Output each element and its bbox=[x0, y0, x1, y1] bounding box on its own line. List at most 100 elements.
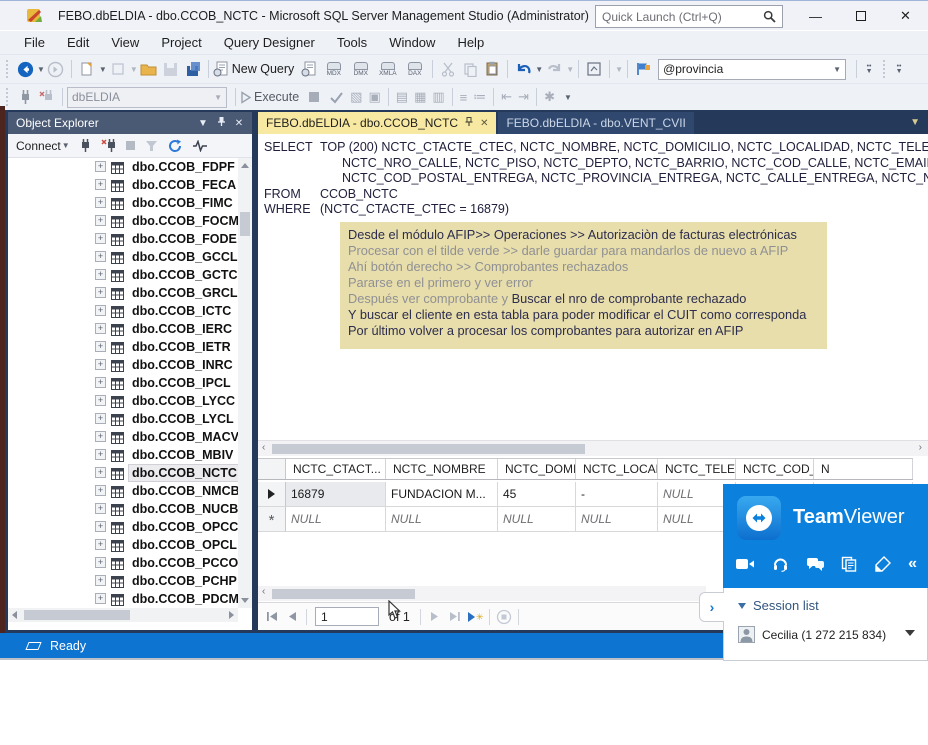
menu-item-query-designer[interactable]: Query Designer bbox=[213, 33, 326, 52]
expand-plus-icon[interactable]: + bbox=[95, 323, 106, 334]
stop-icon[interactable] bbox=[126, 141, 135, 150]
new-query-button[interactable]: New Query bbox=[213, 58, 299, 80]
expand-plus-icon[interactable]: + bbox=[95, 215, 106, 226]
connect-button[interactable]: Connect bbox=[16, 139, 61, 153]
query-with-connection-button[interactable] bbox=[298, 58, 320, 80]
tree-item-dbo-ccob_ierc[interactable]: +dbo.CCOB_IERC bbox=[8, 320, 238, 338]
back-dropdown-caret[interactable]: ▼ bbox=[37, 65, 45, 74]
tab-list-caret-icon[interactable]: ▼ bbox=[910, 117, 920, 128]
grid-column-header-2[interactable]: NCTC_DOMICI... bbox=[498, 459, 576, 479]
uncomment-icon[interactable]: ≔ bbox=[473, 89, 486, 105]
cut-button[interactable] bbox=[437, 58, 459, 80]
grid-cell[interactable]: NULL bbox=[576, 507, 658, 532]
pin-icon[interactable] bbox=[212, 116, 230, 130]
expand-plus-icon[interactable]: + bbox=[95, 197, 106, 208]
parse-button[interactable] bbox=[325, 86, 347, 108]
chat-icon[interactable] bbox=[806, 557, 825, 572]
connect-caret[interactable]: ▼ bbox=[62, 141, 70, 150]
expand-plus-icon[interactable]: + bbox=[95, 557, 106, 568]
maximize-button[interactable] bbox=[838, 1, 883, 31]
results-file-icon[interactable]: ▥ bbox=[432, 89, 444, 105]
find-combobox-caret[interactable]: ▼ bbox=[833, 65, 841, 74]
tree-vertical-scrollbar[interactable] bbox=[238, 158, 252, 608]
database-combobox[interactable]: dbELDIA ▼ bbox=[67, 87, 227, 108]
tree-item-dbo-ccob_gccl[interactable]: +dbo.CCOB_GCCL bbox=[8, 248, 238, 266]
move-previous-button[interactable] bbox=[282, 607, 302, 627]
sql-line[interactable]: NCTC_NRO_CALLE, NCTC_PISO, NCTC_DEPTO, N… bbox=[258, 156, 928, 172]
template-parameters-button[interactable] bbox=[632, 58, 654, 80]
navigate-backward-button[interactable] bbox=[14, 58, 36, 80]
toolbar-options-button-1[interactable]: ••▼ bbox=[861, 64, 877, 74]
save-all-button[interactable] bbox=[182, 58, 204, 80]
tree-item-dbo-ccob_pcco[interactable]: +dbo.CCOB_PCCO bbox=[8, 554, 238, 572]
row-selector[interactable]: * bbox=[258, 507, 286, 532]
undo-caret[interactable]: ▼ bbox=[535, 65, 543, 74]
expand-plus-icon[interactable]: + bbox=[95, 269, 106, 280]
grid-cell[interactable]: 45 bbox=[498, 482, 576, 507]
navigate-forward-button[interactable] bbox=[45, 58, 67, 80]
menu-item-tools[interactable]: Tools bbox=[326, 33, 378, 52]
tree-item-dbo-ccob_grcl[interactable]: +dbo.CCOB_GRCL bbox=[8, 284, 238, 302]
toolbar2-grip[interactable] bbox=[4, 88, 10, 106]
grid-cell[interactable]: - bbox=[576, 482, 658, 507]
add-item-button[interactable] bbox=[107, 58, 129, 80]
grid-horizontal-scrollbar[interactable]: ‹ bbox=[258, 586, 706, 601]
tree-scroll-thumb[interactable] bbox=[240, 212, 250, 236]
toolbar-grip[interactable] bbox=[4, 60, 10, 78]
menu-item-file[interactable]: File bbox=[13, 33, 56, 52]
tree-item-dbo-ccob_mbiv[interactable]: +dbo.CCOB_MBIV bbox=[8, 446, 238, 464]
sql-hscroll-thumb[interactable] bbox=[272, 444, 585, 454]
expand-plus-icon[interactable]: + bbox=[95, 575, 106, 586]
tree-item-dbo-ccob_fimc[interactable]: +dbo.CCOB_FIMC bbox=[8, 194, 238, 212]
row-selector[interactable] bbox=[258, 482, 286, 507]
copy-button[interactable] bbox=[459, 58, 481, 80]
disconnect-object-icon[interactable] bbox=[101, 138, 116, 153]
expand-plus-icon[interactable]: + bbox=[95, 359, 106, 370]
move-last-button[interactable] bbox=[445, 607, 465, 627]
save-button[interactable] bbox=[160, 58, 182, 80]
tree-item-dbo-ccob_pdcm[interactable]: +dbo.CCOB_PDCM bbox=[8, 590, 238, 608]
menu-item-window[interactable]: Window bbox=[378, 33, 446, 52]
tree-item-dbo-ccob_pchp[interactable]: +dbo.CCOB_PCHP bbox=[8, 572, 238, 590]
stop-retrieval-button[interactable] bbox=[494, 607, 514, 627]
tab-vent-cvii[interactable]: FEBO.dbELDIA - dbo.VENT_CVII bbox=[498, 112, 693, 134]
showplan-icon[interactable]: ▧ bbox=[350, 89, 362, 105]
tree-item-dbo-ccob_opcl[interactable]: +dbo.CCOB_OPCL bbox=[8, 536, 238, 554]
panel-close-icon[interactable]: ✕ bbox=[230, 118, 248, 129]
expand-plus-icon[interactable]: + bbox=[95, 539, 106, 550]
tree-item-dbo-ccob_feca[interactable]: +dbo.CCOB_FECA bbox=[8, 176, 238, 194]
grid-cell[interactable]: NULL bbox=[498, 507, 576, 532]
user-dropdown-icon[interactable] bbox=[905, 630, 915, 636]
grid-column-header-5[interactable]: NCTC_COD_P... bbox=[736, 459, 814, 479]
grid-hscroll-thumb[interactable] bbox=[272, 589, 415, 599]
indent-icon[interactable]: ⇥ bbox=[518, 89, 529, 105]
expand-plus-icon[interactable]: + bbox=[95, 413, 106, 424]
scroll-left-arrow[interactable]: ‹ bbox=[262, 586, 265, 597]
comment-icon[interactable]: ≡ bbox=[460, 90, 468, 105]
sql-line[interactable]: SELECTTOP (200) NCTC_CTACTE_CTEC, NCTC_N… bbox=[258, 140, 928, 156]
expand-plus-icon[interactable]: + bbox=[95, 251, 106, 262]
expand-plus-icon[interactable]: + bbox=[95, 161, 106, 172]
object-explorer-header[interactable]: Object Explorer ▼ ✕ bbox=[8, 112, 252, 134]
expand-plus-icon[interactable]: + bbox=[95, 431, 106, 442]
move-new-record-button[interactable]: ✳ bbox=[465, 607, 485, 627]
scroll-up-arrow[interactable] bbox=[241, 163, 249, 168]
new-mdx-query-button[interactable]: MDX bbox=[321, 62, 346, 77]
connect-object-icon[interactable] bbox=[80, 138, 91, 153]
expand-plus-icon[interactable]: + bbox=[95, 377, 106, 388]
grid-cell[interactable]: NULL bbox=[386, 507, 498, 532]
close-button[interactable]: ✕ bbox=[883, 1, 928, 31]
tree-item-dbo-ccob_nctc[interactable]: +dbo.CCOB_NCTC bbox=[8, 464, 238, 482]
expand-plus-icon[interactable]: + bbox=[95, 287, 106, 298]
tree-item-dbo-ccob_opcc[interactable]: +dbo.CCOB_OPCC bbox=[8, 518, 238, 536]
connect-db-button[interactable] bbox=[14, 86, 36, 108]
sql-line[interactable]: NCTC_COD_POSTAL_ENTREGA, NCTC_PROVINCIA_… bbox=[258, 171, 928, 187]
tree-item-dbo-ccob_nmcb[interactable]: +dbo.CCOB_NMCB bbox=[8, 482, 238, 500]
add-item-caret[interactable]: ▼ bbox=[130, 65, 138, 74]
new-xmla-query-button[interactable]: XMLA bbox=[375, 62, 400, 77]
extra-dropdown-caret[interactable]: ▼ bbox=[615, 65, 623, 74]
session-user-row[interactable]: Cecilia (1 272 215 834) bbox=[738, 626, 886, 643]
find-combobox[interactable]: @provincia ▼ bbox=[658, 59, 846, 80]
refresh-icon[interactable] bbox=[168, 139, 182, 153]
menu-item-edit[interactable]: Edit bbox=[56, 33, 100, 52]
